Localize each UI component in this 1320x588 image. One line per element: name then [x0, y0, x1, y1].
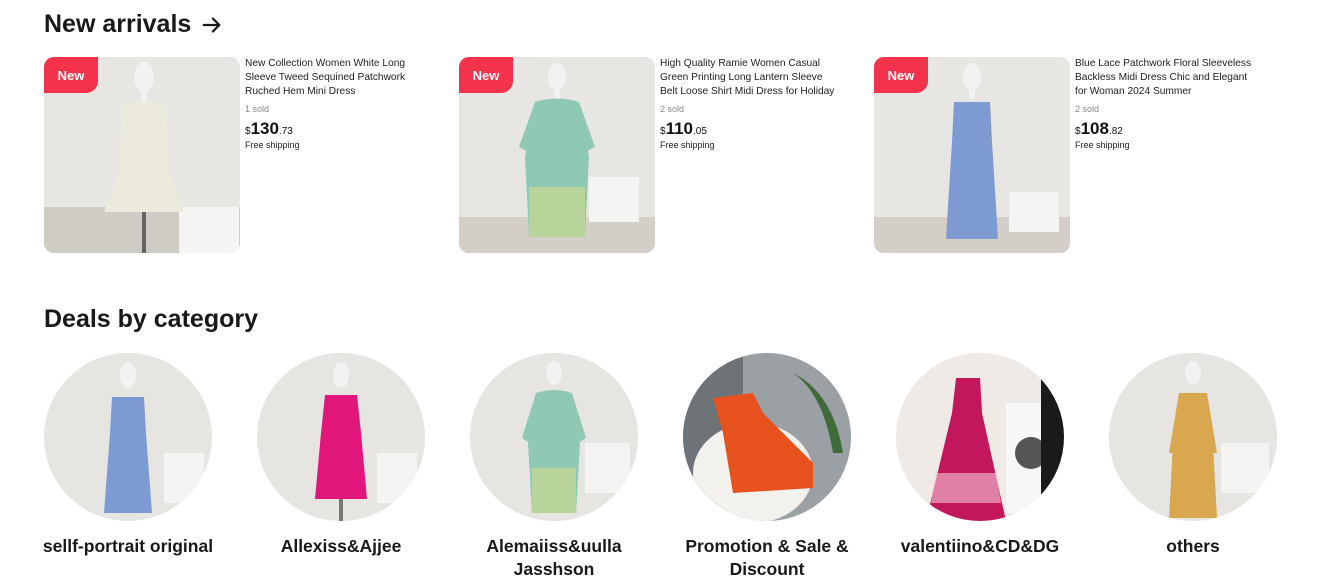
category-label: Allexiss&Ajjee: [280, 536, 402, 556]
product-card[interactable]: New High Quality Ramie Women Casual Gree…: [459, 57, 859, 253]
product-price: $108.82: [1075, 119, 1255, 139]
price-integer: 108: [1080, 119, 1109, 139]
shipping-label: Free shipping: [660, 140, 715, 151]
product-card[interactable]: New New Collection Women White Long Slee…: [44, 57, 444, 253]
category-item[interactable]: others: [1109, 353, 1320, 556]
category-label: Alemaiiss&uulla Jasshson: [486, 536, 622, 579]
mannequin-dress-image: [470, 353, 638, 521]
category-image[interactable]: [896, 353, 1064, 521]
price-integer: 130: [250, 119, 279, 139]
category-image[interactable]: [470, 353, 638, 521]
category-label: sellf-portrait original: [42, 536, 214, 556]
category-item[interactable]: Alemaiiss&uulla Jasshson: [470, 353, 684, 579]
product-title[interactable]: High Quality Ramie Women Casual Green Pr…: [660, 57, 840, 98]
product-price: $130.73: [245, 119, 425, 139]
product-card[interactable]: New Blue Lace Patchwork Floral Sleeveles…: [874, 57, 1274, 253]
category-label: Promotion & Sale & Discount: [685, 536, 849, 579]
deals-by-category-title: Deals by category: [44, 305, 258, 334]
product-sold-count: 1 sold: [245, 104, 270, 115]
new-arrivals-label: New arrivals: [44, 10, 192, 38]
mannequin-dress-image: [257, 353, 425, 521]
new-arrivals-title[interactable]: New arrivals: [44, 10, 223, 39]
product-price: $110.05: [660, 119, 840, 139]
category-image[interactable]: [1109, 353, 1277, 521]
shipping-label: Free shipping: [245, 140, 300, 151]
category-label: valentiino&CD&DG: [900, 536, 1060, 556]
mannequin-dress-image: [1109, 353, 1277, 521]
product-title[interactable]: Blue Lace Patchwork Floral Sleeveless Ba…: [1075, 57, 1255, 98]
category-image[interactable]: [683, 353, 851, 521]
price-integer: 110: [665, 119, 693, 139]
category-item[interactable]: Promotion & Sale & Discount: [683, 353, 897, 579]
new-badge: New: [874, 57, 928, 93]
mannequin-dress-image: [44, 353, 212, 521]
new-badge: New: [459, 57, 513, 93]
product-title[interactable]: New Collection Women White Long Sleeve T…: [245, 57, 425, 98]
new-badge: New: [44, 57, 98, 93]
arrow-right-icon: [202, 16, 221, 33]
product-image[interactable]: New: [459, 57, 655, 253]
product-image[interactable]: New: [874, 57, 1070, 253]
category-item[interactable]: Allexiss&Ajjee: [257, 353, 471, 556]
price-decimal: .82: [1108, 126, 1123, 138]
product-sold-count: 2 sold: [660, 104, 685, 115]
category-image[interactable]: [257, 353, 425, 521]
floral-maxi-dress-image: [896, 353, 1064, 521]
category-label: others: [1166, 536, 1220, 556]
shipping-label: Free shipping: [1075, 140, 1130, 151]
product-image[interactable]: New: [44, 57, 240, 253]
category-image[interactable]: [44, 353, 212, 521]
category-item[interactable]: sellf-portrait original: [43, 353, 258, 556]
price-decimal: .73: [278, 126, 293, 138]
category-item[interactable]: valentiino&CD&DG: [896, 353, 1110, 556]
deals-title-label: Deals by category: [44, 305, 258, 333]
orange-dress-image: [683, 353, 851, 521]
price-decimal: .05: [693, 126, 707, 138]
product-sold-count: 2 sold: [1075, 104, 1100, 115]
